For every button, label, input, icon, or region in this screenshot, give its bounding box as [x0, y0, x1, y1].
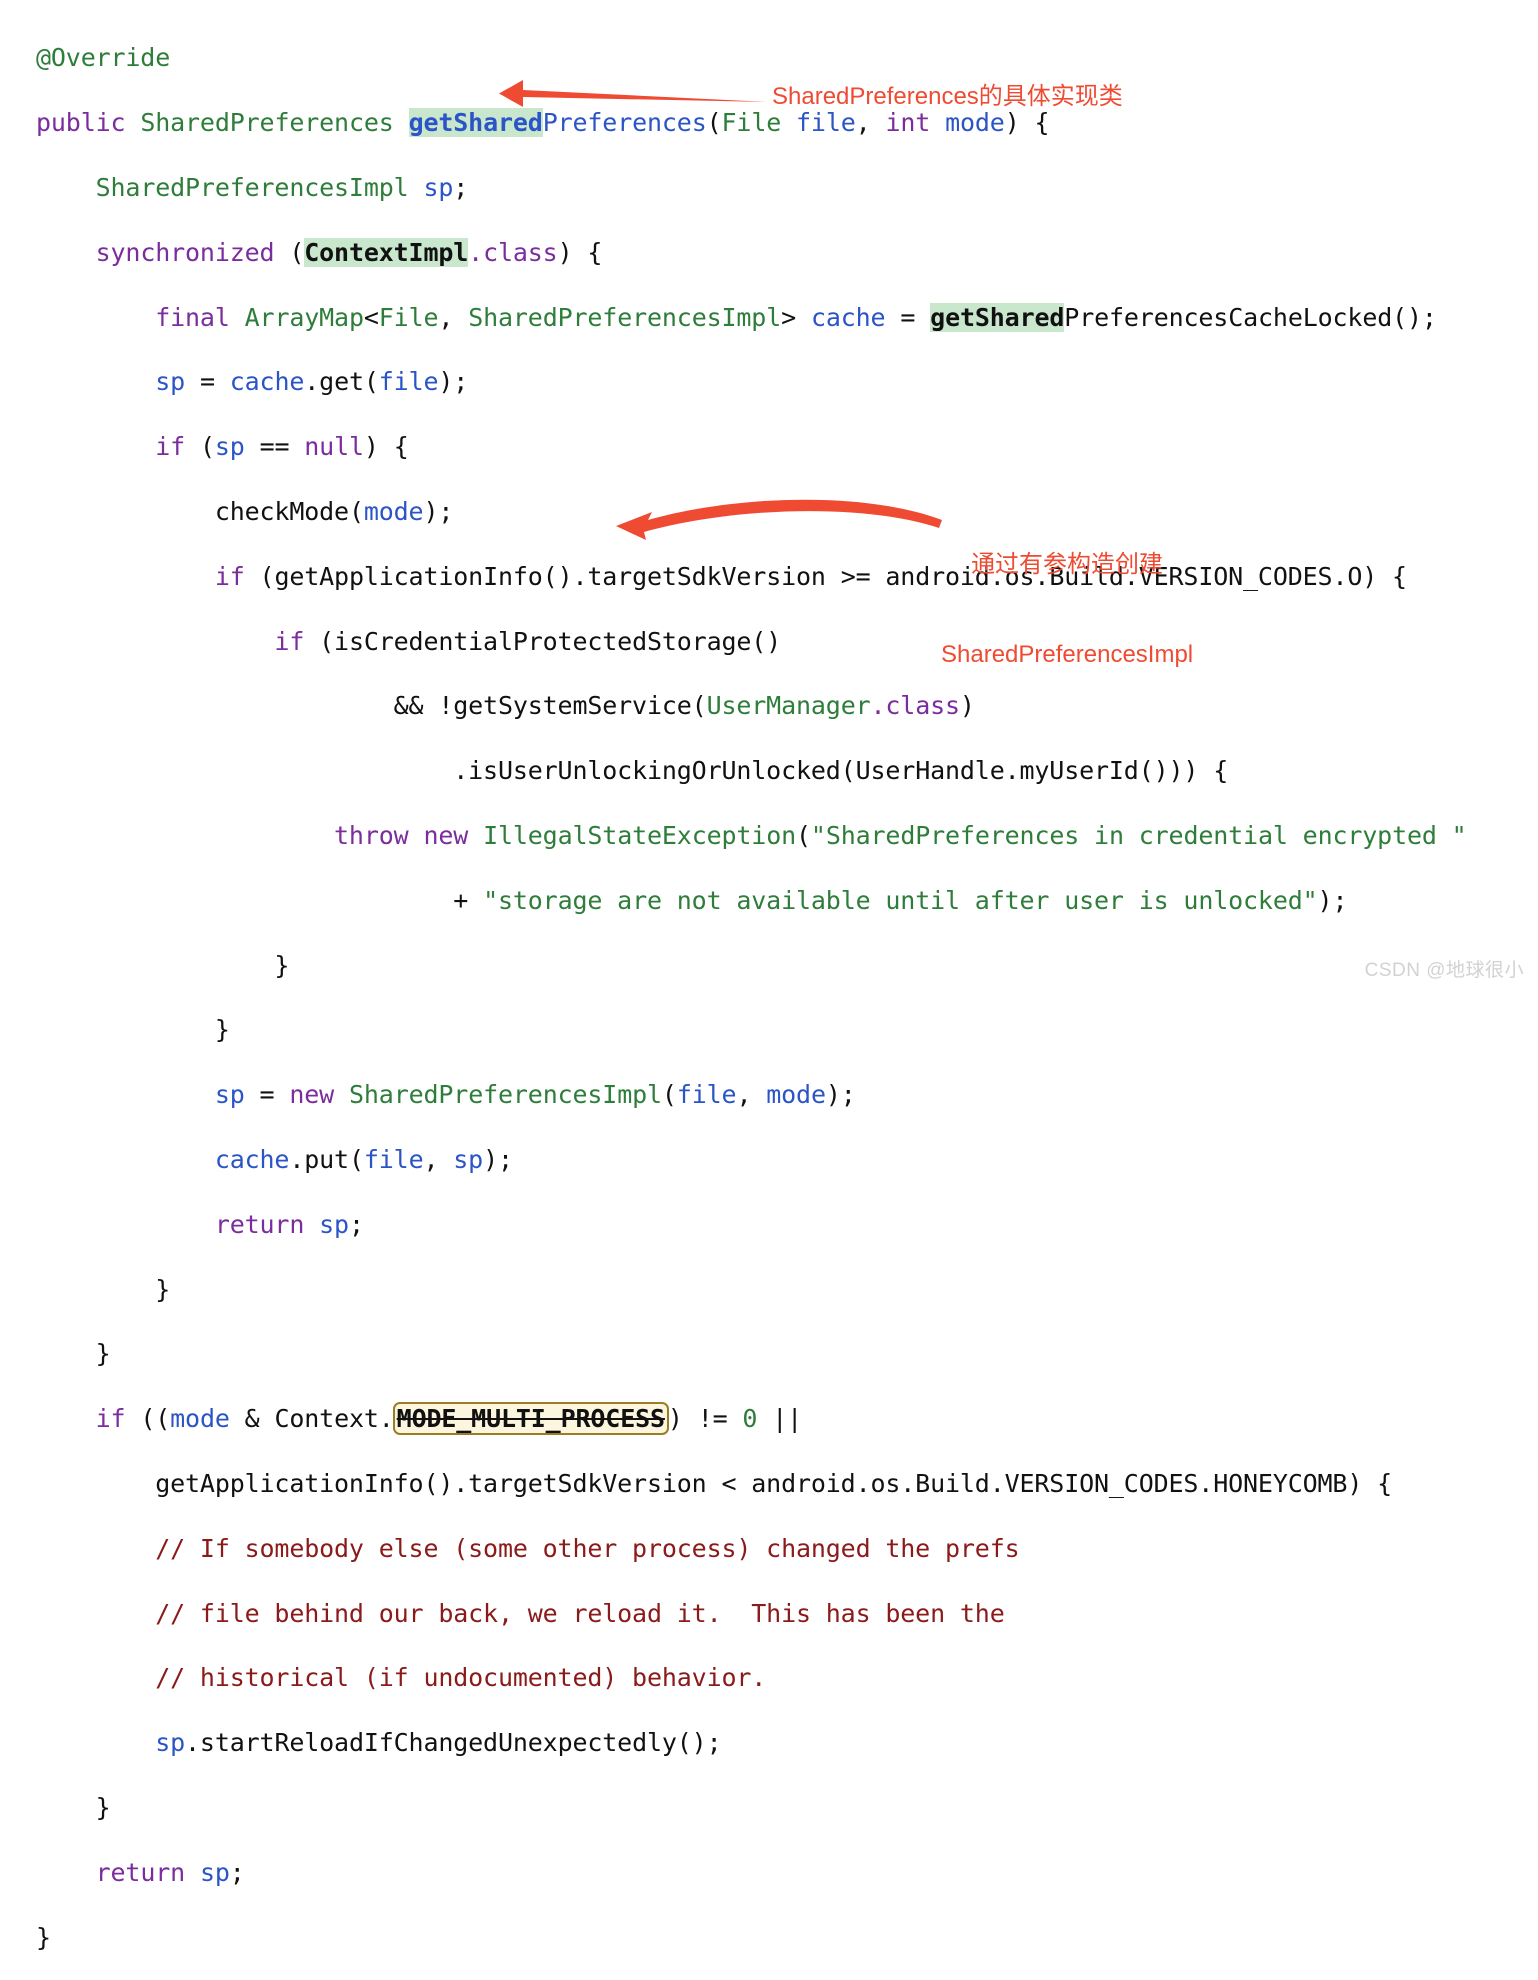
code-line: // file behind our back, we reload it. T… — [155, 1598, 1005, 1628]
code-line: .isUserUnlockingOrUnlocked(UserHandle.my… — [453, 756, 1229, 786]
code-line: if (isCredentialProtectedStorage() — [274, 626, 782, 656]
code-line: } — [36, 1922, 51, 1952]
code-line: // historical (if undocumented) behavior… — [155, 1663, 767, 1693]
code-line: // If somebody else (some other process)… — [155, 1533, 1020, 1563]
code-line: @Override — [36, 43, 171, 73]
code-line: SharedPreferencesImpl sp; — [95, 173, 469, 202]
code-line: if (sp == null) { — [155, 432, 409, 462]
code-line: sp = new SharedPreferencesImpl(file, mod… — [214, 1080, 856, 1110]
code-line: } — [274, 950, 290, 980]
code-line: synchronized (ContextImpl.class) { — [95, 237, 603, 267]
code-line: public SharedPreferences getSharedPrefer… — [36, 108, 1050, 138]
code-line: return sp; — [214, 1209, 364, 1239]
code-line: } — [95, 1792, 111, 1822]
boxed-token: MODE_MULTI_PROCESS — [392, 1402, 669, 1436]
code-line: if ((mode & Context. MODE_MULTI_PROCESS) … — [95, 1402, 803, 1436]
code-line: && !getSystemService(UserManager.class) — [393, 691, 975, 721]
code-line: } — [214, 1015, 230, 1045]
code-line: return sp; — [95, 1857, 245, 1887]
code-line: throw new IllegalStateException("SharedP… — [334, 820, 1467, 850]
code-line: getApplicationInfo().targetSdkVersion < … — [155, 1468, 1393, 1498]
code-line: } — [95, 1339, 111, 1369]
code-line: cache.put(file, sp); — [214, 1144, 513, 1174]
watermark: CSDN @地球很小 — [1364, 960, 1524, 981]
annotation-label-2-line2: SharedPreferencesImpl — [941, 641, 1194, 668]
annotation-label-1: SharedPreferences的具体实现类 — [772, 83, 1123, 110]
code-line: } — [155, 1274, 171, 1304]
code-line: if (getApplicationInfo().targetSdkVersio… — [214, 561, 1407, 591]
code-line: sp = cache.get(file); — [155, 367, 469, 397]
code-line: checkMode(mode); — [214, 496, 454, 526]
code-line: final ArrayMap<File, SharedPreferencesIm… — [155, 302, 1437, 332]
code-line: sp.startReloadIfChangedUnexpectedly(); — [155, 1728, 722, 1758]
code-block: @Override public SharedPreferences getSh… — [0, 0, 1538, 1980]
code-line: + "storage are not available until after… — [453, 885, 1348, 915]
annotation-label-2-line1: 通过有参构造创建 — [971, 551, 1164, 578]
annotation-label-2: 通过有参构造创建 SharedPreferencesImpl — [941, 490, 1193, 700]
